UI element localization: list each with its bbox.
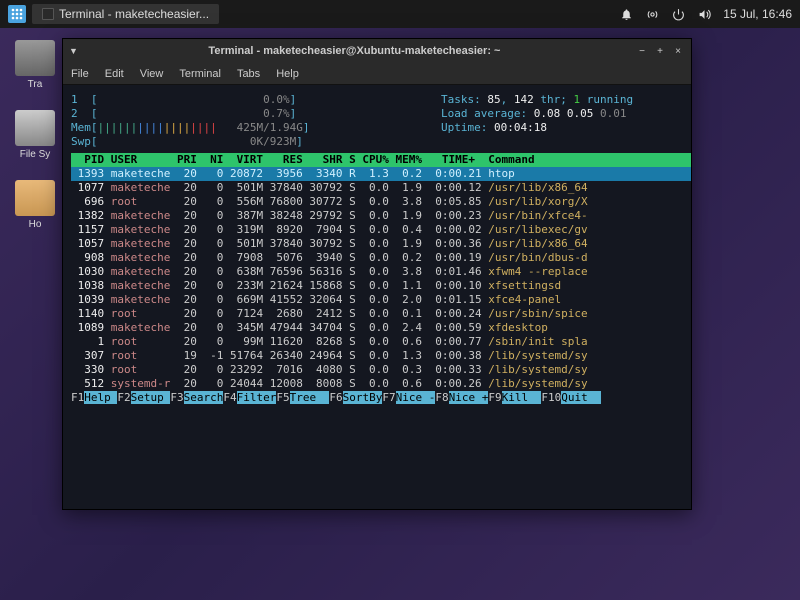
process-row[interactable]: 512 systemd-r 20 0 24044 12008 8008 S 0.… [71, 377, 691, 391]
top-taskbar: Terminal - maketecheasier... 15 Jul, 16:… [0, 0, 800, 28]
process-row[interactable]: 1039 maketeche 20 0 669M 41552 32064 S 0… [71, 293, 691, 307]
volume-icon[interactable] [697, 7, 711, 21]
process-row[interactable]: 1089 maketeche 20 0 345M 47944 34704 S 0… [71, 321, 691, 335]
clock[interactable]: 15 Jul, 16:46 [723, 7, 792, 21]
process-row[interactable]: 1157 maketeche 20 0 319M 8920 7904 S 0.0… [71, 223, 691, 237]
htop-header: PID USER PRI NI VIRT RES SHR S CPU% MEM%… [71, 153, 691, 167]
desktop-icons: Tra File Sy Ho [10, 40, 60, 230]
minimize-button[interactable]: − [635, 44, 649, 58]
terminal-body[interactable]: 1 [ 0.0%] 2 [ 0.7%] Mem[||||||||||||||||… [63, 85, 691, 509]
notification-icon[interactable] [619, 7, 633, 21]
trash-icon [15, 40, 55, 76]
process-row[interactable]: 696 root 20 0 556M 76800 30772 S 0.0 3.8… [71, 195, 691, 209]
taskbar-left: Terminal - maketecheasier... [8, 4, 219, 24]
process-row[interactable]: 908 maketeche 20 0 7908 5076 3940 S 0.0 … [71, 251, 691, 265]
process-row[interactable]: 307 root 19 -1 51764 26340 24964 S 0.0 1… [71, 349, 691, 363]
process-row[interactable]: 1 root 20 0 99M 11620 8268 S 0.0 0.6 0:0… [71, 335, 691, 349]
process-row[interactable]: 1077 maketeche 20 0 501M 37840 30792 S 0… [71, 181, 691, 195]
home-label: Ho [29, 219, 42, 230]
menubar: File Edit View Terminal Tabs Help [63, 63, 691, 85]
process-list: 1393 maketeche 20 0 20872 3956 3340 R 1.… [71, 167, 691, 391]
drive-icon [15, 110, 55, 146]
menu-edit[interactable]: Edit [105, 68, 124, 80]
taskbar-right: 15 Jul, 16:46 [619, 7, 792, 21]
desktop-trash[interactable]: Tra [10, 40, 60, 90]
desktop-home[interactable]: Ho [10, 180, 60, 230]
menu-tabs[interactable]: Tabs [237, 68, 260, 80]
window-menu-icon[interactable]: ▼ [69, 46, 78, 56]
process-row[interactable]: 1030 maketeche 20 0 638M 76596 56316 S 0… [71, 265, 691, 279]
maximize-button[interactable]: + [653, 44, 667, 58]
power-icon[interactable] [671, 7, 685, 21]
menu-view[interactable]: View [140, 68, 164, 80]
taskbar-app-terminal[interactable]: Terminal - maketecheasier... [32, 4, 219, 24]
window-title: Terminal - maketecheasier@Xubuntu-makete… [78, 45, 631, 57]
process-row[interactable]: 1140 root 20 0 7124 2680 2412 S 0.0 0.1 … [71, 307, 691, 321]
window-titlebar[interactable]: ▼ Terminal - maketecheasier@Xubuntu-make… [63, 39, 691, 63]
menu-help[interactable]: Help [276, 68, 299, 80]
taskbar-app-label: Terminal - maketecheasier... [59, 7, 209, 21]
network-icon[interactable] [645, 7, 659, 21]
process-row[interactable]: 1393 maketeche 20 0 20872 3956 3340 R 1.… [71, 167, 691, 181]
filesystem-label: File Sy [20, 149, 51, 160]
menu-file[interactable]: File [71, 68, 89, 80]
menu-terminal[interactable]: Terminal [179, 68, 221, 80]
apps-menu-icon[interactable] [8, 5, 26, 23]
process-row[interactable]: 330 root 20 0 23292 7016 4080 S 0.0 0.3 … [71, 363, 691, 377]
terminal-window: ▼ Terminal - maketecheasier@Xubuntu-make… [62, 38, 692, 510]
htop-fnkeys: F1Help F2Setup F3SearchF4FilterF5Tree F6… [71, 391, 691, 405]
trash-label: Tra [28, 79, 43, 90]
close-button[interactable]: × [671, 44, 685, 58]
process-row[interactable]: 1038 maketeche 20 0 233M 21624 15868 S 0… [71, 279, 691, 293]
desktop-filesystem[interactable]: File Sy [10, 110, 60, 160]
process-row[interactable]: 1382 maketeche 20 0 387M 38248 29792 S 0… [71, 209, 691, 223]
folder-icon [15, 180, 55, 216]
htop-stats: Tasks: 85, 142 thr; 1 running Load avera… [441, 93, 633, 135]
process-row[interactable]: 1057 maketeche 20 0 501M 37840 30792 S 0… [71, 237, 691, 251]
terminal-icon [42, 8, 54, 20]
